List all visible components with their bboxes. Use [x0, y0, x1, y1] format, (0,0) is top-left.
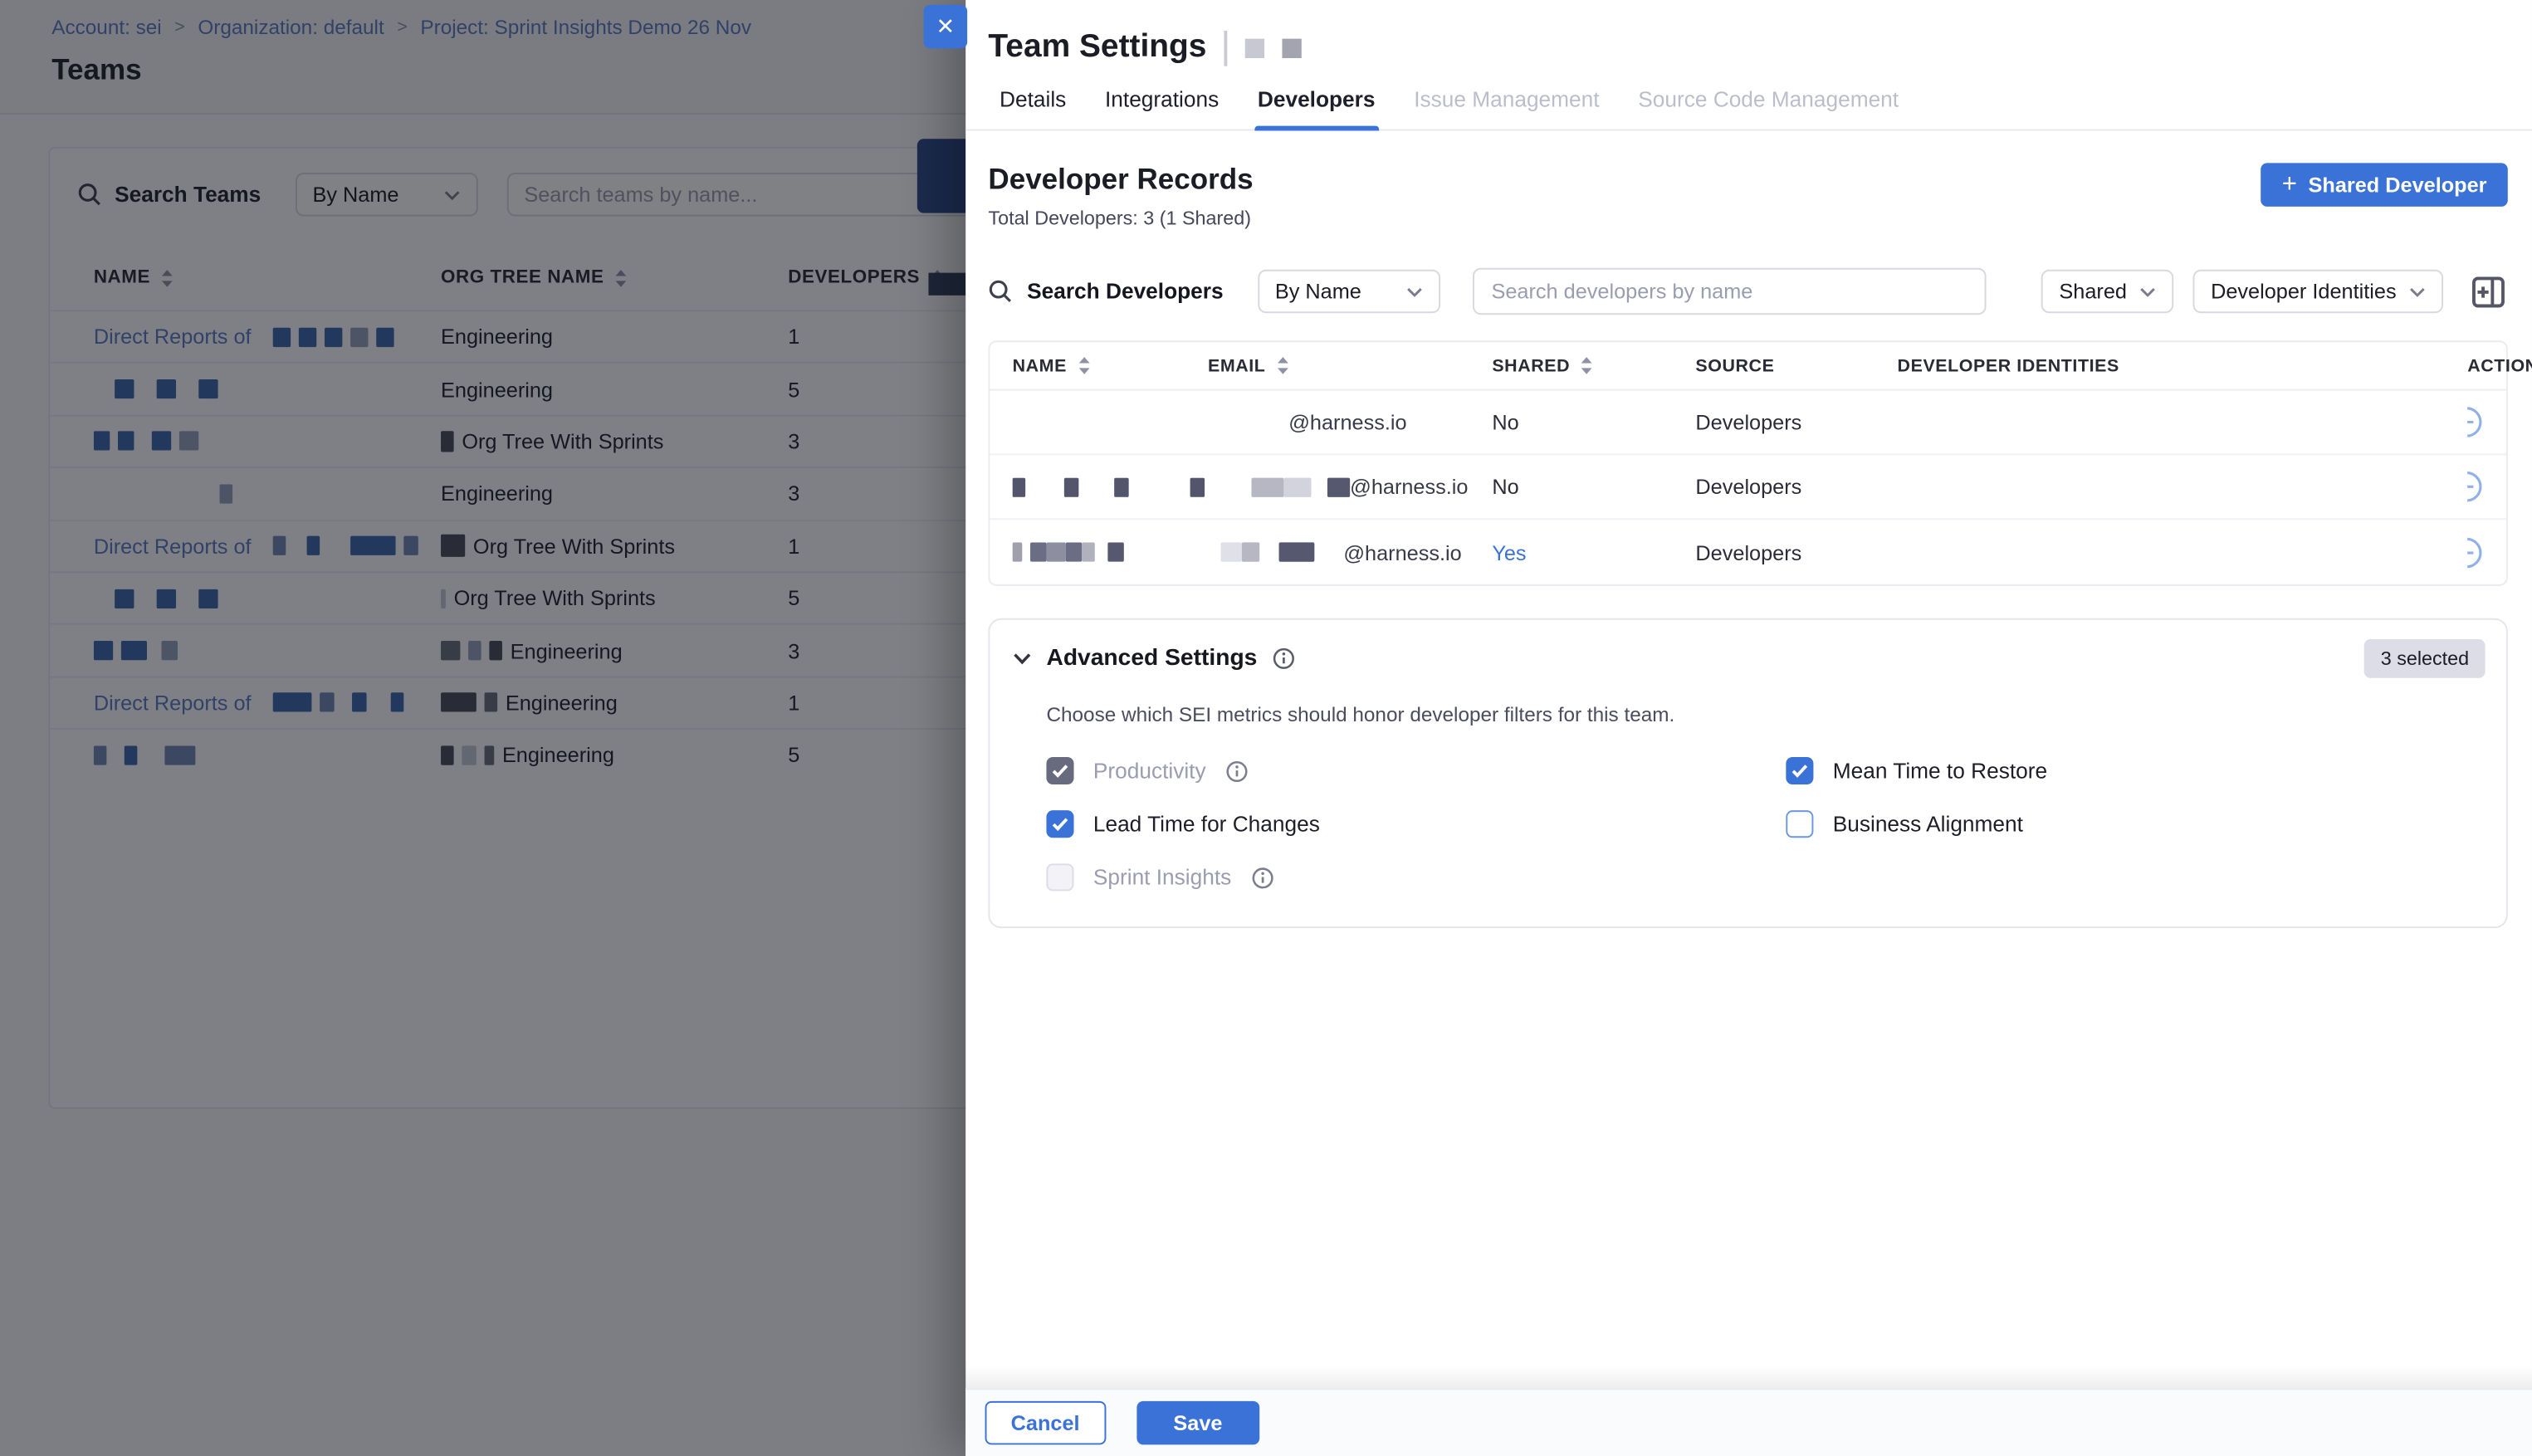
- developer-row[interactable]: @harness.io Yes Developers: [990, 520, 2505, 584]
- info-icon[interactable]: [1225, 760, 1248, 782]
- checkbox[interactable]: [1786, 810, 1813, 838]
- developer-row[interactable]: @harness.io No Developers: [990, 455, 2505, 520]
- redacted: [1251, 477, 1283, 496]
- col-source: SOURCE: [1695, 356, 1897, 375]
- drawer-tabs: Details Integrations Developers Issue Ma…: [965, 84, 2532, 130]
- footer-shadow: [965, 1366, 2532, 1388]
- developer-table: NAME EMAIL SHARED SOURCE DEVELOPER IDENT…: [988, 340, 2507, 586]
- shared-value: No: [1492, 410, 1695, 434]
- search-developers-label: Search Developers: [988, 279, 1223, 303]
- source-value: Developers: [1695, 540, 1897, 564]
- developer-identities-select[interactable]: Developer Identities: [2193, 270, 2443, 314]
- metrics-checkbox-grid: Productivity Mean Time to Restore Lead T…: [1046, 757, 2485, 891]
- checkbox: [1046, 757, 1073, 784]
- remove-developer-button[interactable]: [2467, 535, 2483, 569]
- checkbox-mean-time-to-restore[interactable]: Mean Time to Restore: [1786, 757, 2485, 784]
- shared-value[interactable]: Yes: [1492, 540, 1695, 564]
- advanced-settings-title: Advanced Settings: [1046, 646, 1257, 672]
- developer-name-redacted: [1013, 542, 1208, 561]
- developer-search-input[interactable]: [1472, 268, 1986, 315]
- tab-integrations[interactable]: Integrations: [1102, 84, 1222, 129]
- plus-icon: +: [2282, 172, 2297, 198]
- developer-row[interactable]: @harness.io No Developers: [990, 391, 2505, 456]
- drawer-body: Developer Records Total Developers: 3 (1…: [965, 131, 2532, 1419]
- developer-table-header: NAME EMAIL SHARED SOURCE DEVELOPER IDENT…: [990, 342, 2505, 390]
- tab-source-code-management: Source Code Management: [1635, 84, 1902, 129]
- chevron-down-icon: [1405, 286, 1421, 296]
- selected-count-badge: 3 selected: [2364, 639, 2485, 678]
- tab-developers[interactable]: Developers: [1254, 84, 1378, 129]
- add-shared-developer-button[interactable]: + Shared Developer: [2261, 163, 2507, 207]
- team-name-redacted: [1283, 38, 1302, 57]
- cancel-button[interactable]: Cancel: [985, 1401, 1106, 1445]
- drawer-title-row: Team Settings: [965, 0, 2532, 74]
- checkbox[interactable]: [1046, 810, 1073, 838]
- redacted: [1221, 542, 1242, 561]
- redacted: [1242, 542, 1259, 561]
- info-icon[interactable]: [1272, 647, 1294, 670]
- drawer-title: Team Settings: [988, 29, 1206, 66]
- app-root: Account: sei > Organization: default > P…: [0, 0, 2532, 1456]
- manage-columns-button[interactable]: [2469, 272, 2508, 311]
- save-button[interactable]: Save: [1136, 1401, 1260, 1445]
- collapse-chevron-icon[interactable]: [1013, 652, 1032, 666]
- col-actions: ACTIONS: [2467, 356, 2532, 375]
- checkbox-productivity: Productivity: [1046, 757, 1786, 784]
- chevron-down-icon: [2409, 286, 2425, 296]
- redacted: [1327, 477, 1350, 496]
- checkbox-lead-time-for-changes[interactable]: Lead Time for Changes: [1046, 810, 1786, 838]
- info-icon[interactable]: [1251, 866, 1273, 888]
- search-icon: [988, 279, 1012, 303]
- checkbox-business-alignment[interactable]: Business Alignment: [1786, 810, 2485, 838]
- chevron-down-icon: [2140, 286, 2156, 296]
- tab-issue-management: Issue Management: [1410, 84, 1602, 129]
- developer-filter-select[interactable]: By Name: [1257, 270, 1440, 314]
- checkbox-sprint-insights: Sprint Insights: [1046, 863, 1786, 891]
- advanced-settings-card: Advanced Settings 3 selected Choose whic…: [988, 618, 2507, 928]
- developer-name-redacted: [1013, 477, 1208, 496]
- col-email[interactable]: EMAIL: [1208, 355, 1492, 376]
- tab-details[interactable]: Details: [996, 84, 1069, 129]
- section-title: Developer Records: [988, 163, 1253, 197]
- checkbox[interactable]: [1786, 757, 1813, 784]
- shared-filter-select[interactable]: Shared: [2041, 270, 2173, 314]
- source-value: Developers: [1695, 475, 1897, 499]
- team-settings-drawer: Team Settings Details Integrations Devel…: [965, 0, 2532, 1456]
- col-shared[interactable]: SHARED: [1492, 355, 1695, 376]
- developer-filter-row: Search Developers By Name Shared Develop…: [988, 268, 2507, 315]
- redacted: [1279, 542, 1315, 561]
- source-value: Developers: [1695, 410, 1897, 434]
- shared-value: No: [1492, 475, 1695, 499]
- col-developer-identities: DEVELOPER IDENTITIES: [1898, 356, 2468, 375]
- remove-developer-button[interactable]: [2467, 405, 2483, 439]
- sort-icon: [1077, 355, 1092, 376]
- title-divider: [1224, 30, 1228, 66]
- drawer-footer: Cancel Save: [965, 1388, 2532, 1456]
- checkbox: [1046, 863, 1073, 891]
- total-developers-text: Total Developers: 3 (1 Shared): [988, 207, 1253, 229]
- sort-icon: [1580, 355, 1595, 376]
- advanced-settings-description: Choose which SEI metrics should honor de…: [1046, 704, 2485, 726]
- close-drawer-button[interactable]: ✕: [924, 5, 968, 49]
- sort-icon: [1275, 355, 1290, 376]
- team-name-redacted: [1245, 38, 1264, 57]
- remove-developer-button[interactable]: [2467, 470, 2483, 504]
- col-name[interactable]: NAME: [1013, 355, 1208, 376]
- redacted: [1283, 477, 1311, 496]
